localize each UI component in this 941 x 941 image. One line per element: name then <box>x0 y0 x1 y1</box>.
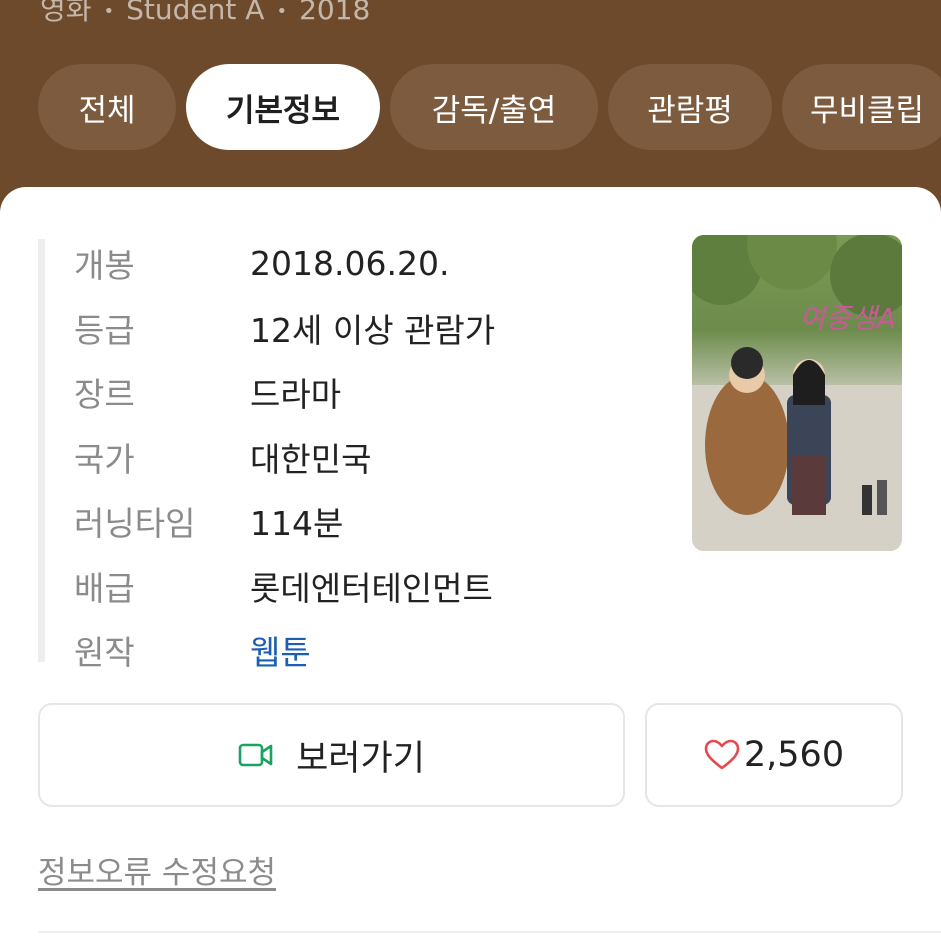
like-button[interactable]: 2,560 <box>645 703 903 807</box>
divider <box>38 931 941 933</box>
info-label: 원작 <box>74 633 135 673</box>
tab-reviews[interactable]: 관람평 <box>608 64 772 150</box>
info-label: 개봉 <box>74 246 135 286</box>
tab-movie-clips[interactable]: 무비클립 <box>782 64 941 150</box>
info-row-genre: 장르 드라마 <box>74 360 495 425</box>
info-row-release: 개봉 2018.06.20. <box>74 231 495 296</box>
english-title-text: Student A <box>126 0 265 26</box>
info-row-distributor: 배급 롯데엔터테인먼트 <box>74 554 495 619</box>
separator-dot: • <box>103 0 115 22</box>
info-row-runtime: 러닝타임 114분 <box>74 489 495 554</box>
tab-all[interactable]: 전체 <box>38 64 176 150</box>
video-camera-icon <box>238 743 273 767</box>
release-date: 2018.06.20. <box>250 243 450 283</box>
runtime-value: 114분 <box>250 504 344 544</box>
tab-director-cast[interactable]: 감독/출연 <box>390 64 598 150</box>
distributor-value: 롯데엔터테인먼트 <box>250 568 493 608</box>
age-rating: 12세 이상 관람가 <box>250 310 496 350</box>
country-value: 대한민국 <box>250 439 372 479</box>
poster-title: 여중생A <box>799 302 896 335</box>
heart-icon <box>704 739 740 770</box>
tab-basic-info[interactable]: 기본정보 <box>186 64 380 150</box>
report-error-link[interactable]: 정보오류 수정요청 <box>38 847 276 892</box>
tab-bar: 전체 기본정보 감독/출연 관람평 무비클립 <box>38 64 941 150</box>
info-accent-bar <box>38 239 45 662</box>
info-label: 국가 <box>74 439 135 479</box>
info-row-rating: 등급 12세 이상 관람가 <box>74 296 495 361</box>
watch-button[interactable]: 보러가기 <box>38 703 625 807</box>
category-text: 영화 <box>40 0 92 26</box>
info-label: 배급 <box>74 568 135 608</box>
info-list: 개봉 2018.06.20. 등급 12세 이상 관람가 장르 드라마 국가 대… <box>74 231 495 683</box>
like-count: 2,560 <box>743 735 845 775</box>
info-card: 개봉 2018.06.20. 등급 12세 이상 관람가 장르 드라마 국가 대… <box>0 187 941 941</box>
movie-subtitle: 영화 • Student A • 2018 <box>40 0 370 28</box>
info-row-original: 원작 웹툰 <box>74 618 495 683</box>
year-text: 2018 <box>299 0 371 26</box>
info-label: 등급 <box>74 310 135 350</box>
original-webtoon-link[interactable]: 웹툰 <box>250 626 311 674</box>
info-label: 러닝타임 <box>74 504 196 544</box>
info-row-country: 국가 대한민국 <box>74 425 495 490</box>
poster-illustration <box>692 235 902 551</box>
genre-value: 드라마 <box>250 375 342 415</box>
separator-dot: • <box>276 0 288 22</box>
watch-button-label: 보러가기 <box>296 738 425 779</box>
movie-poster[interactable]: 여중생A <box>692 235 902 551</box>
info-label: 장르 <box>74 375 135 415</box>
